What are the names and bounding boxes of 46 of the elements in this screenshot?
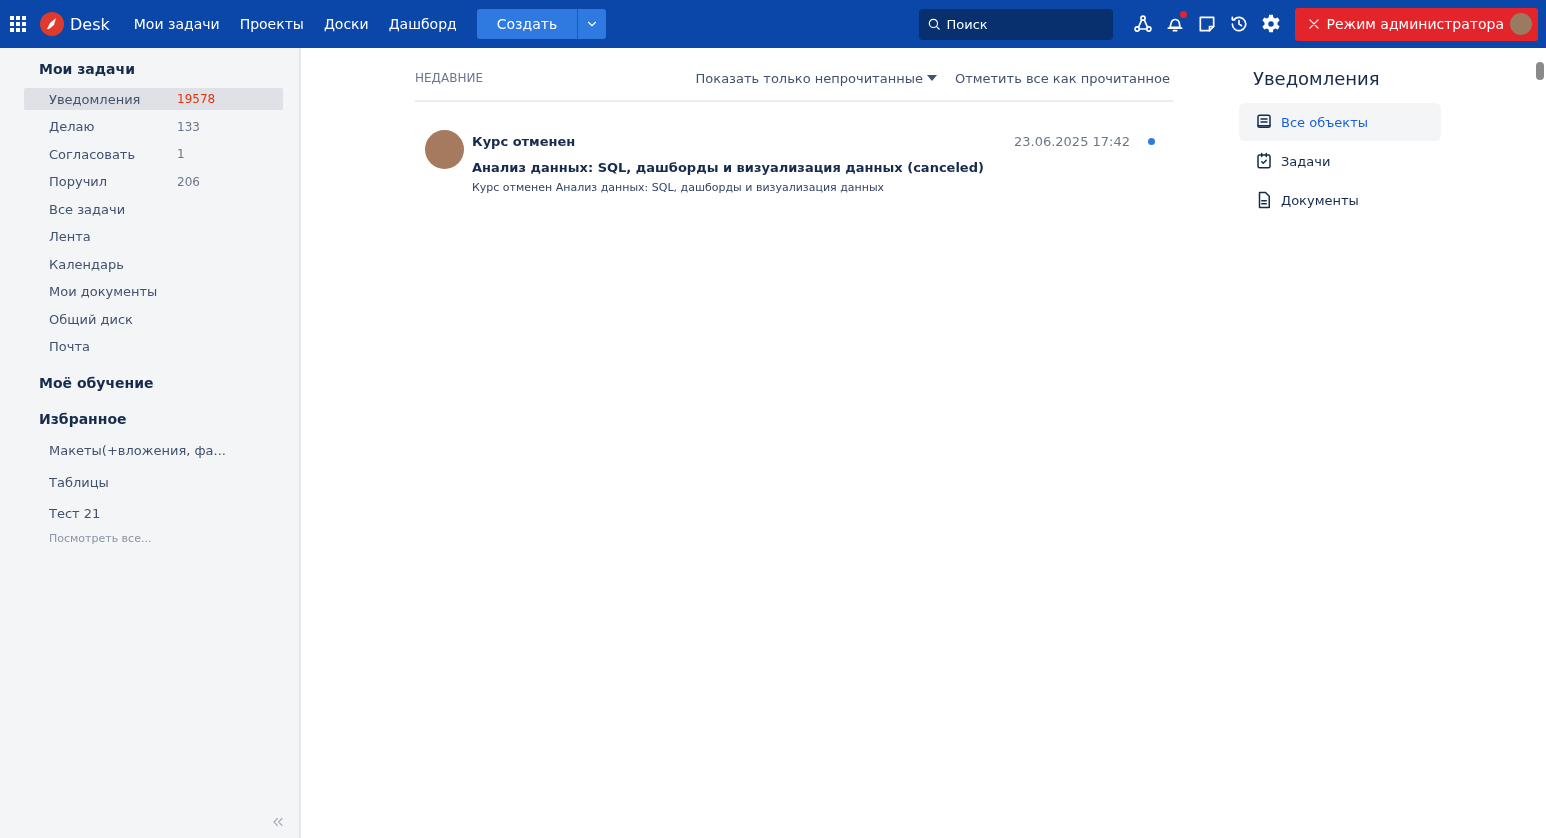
close-icon (1306, 17, 1321, 31)
nav-link[interactable]: Проекты (229, 10, 314, 38)
nav-link[interactable]: Дашборд (378, 10, 467, 38)
sidebar-item[interactable]: Лента (24, 225, 283, 248)
sidebar-item[interactable]: Мои документы (24, 280, 283, 303)
app-grid-icon[interactable] (10, 16, 26, 32)
network-icon (1132, 14, 1153, 34)
avatar (1510, 13, 1532, 35)
sidebar-item[interactable]: Макеты(+вложения, фа... (24, 437, 283, 464)
caret-icon (926, 75, 937, 81)
panel-title: Уведомления (1252, 68, 1381, 89)
sidebar-heading[interactable]: Избранное (23, 407, 283, 430)
filter-item[interactable]: Все объекты (1239, 103, 1441, 141)
admin-mode-button[interactable]: Режим администратора (1294, 7, 1538, 41)
mark-all-read-link[interactable]: Отметить все как прочитанное (954, 70, 1170, 86)
sidebar-item[interactable]: Все задачи (24, 198, 283, 220)
search-field[interactable]: Поиск (918, 8, 1113, 40)
section-heading: НЕДАВНИЕ (415, 71, 483, 85)
sidebar-item[interactable]: Календарь (24, 253, 283, 275)
nav-link[interactable]: Доски (313, 10, 379, 38)
unread-filter-dropdown[interactable]: Показать только непрочитанные (695, 70, 937, 86)
avatar (425, 130, 464, 169)
create-dropdown-button[interactable] (577, 9, 607, 39)
logo-text[interactable]: Desk (70, 14, 110, 34)
nav-link[interactable]: Мои задачи (123, 10, 230, 38)
sidebar-item[interactable]: Поручил 206 (24, 170, 283, 193)
filter-item[interactable]: Документы (1239, 181, 1441, 219)
sidebar-item[interactable]: Тест 21 (24, 500, 283, 527)
notification-subject[interactable]: Анализ данных: SQL, дашборды и визуализация данных (canceled) (472, 160, 1163, 175)
list-icon (1255, 113, 1273, 131)
sidebar-item[interactable]: Уведомления 19578 (24, 88, 283, 110)
notification-text: Курс отменен Анализ данных: SQL, дашборды и визуализация данных (472, 181, 886, 194)
sidebar-item[interactable]: Почта (24, 335, 283, 358)
sidebar-item[interactable]: Общий диск (24, 308, 283, 330)
filter-item[interactable]: Задачи (1239, 142, 1441, 180)
sidebar-heading[interactable]: Мои задачи (23, 58, 283, 80)
clipboard-check-icon (1255, 152, 1273, 170)
collapse-icon (271, 815, 285, 829)
sidebar-heading[interactable]: Моё обучение (23, 371, 283, 394)
notification-title[interactable]: Курс отменен (472, 133, 576, 149)
create-button[interactable]: Создать (476, 9, 578, 39)
sidebar-item[interactable]: Согласовать 1 (24, 143, 283, 165)
sidebar-item[interactable]: Делаю 133 (24, 115, 283, 138)
sidebar-item[interactable]: Таблицы (24, 469, 283, 495)
notification-date: 23.06.2025 17:42 (1013, 133, 1130, 149)
settings-icon (1259, 13, 1282, 35)
